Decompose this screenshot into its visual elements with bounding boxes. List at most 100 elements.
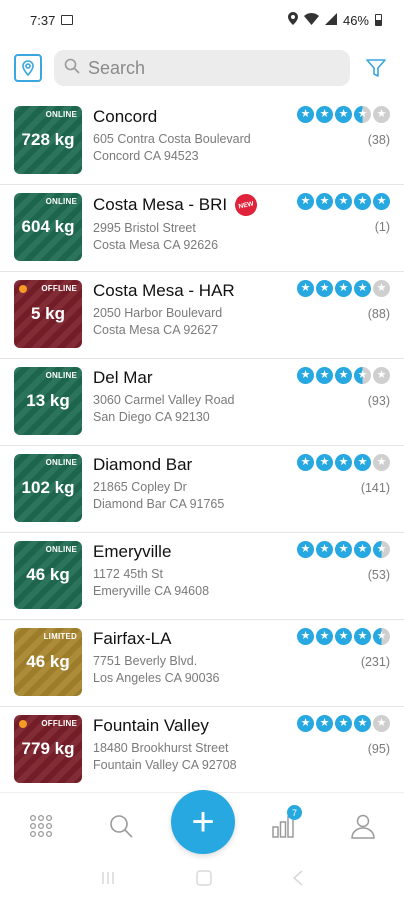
star-full-icon: ★ [316, 106, 333, 123]
add-button[interactable]: + [171, 790, 235, 854]
star-full-icon: ★ [335, 454, 352, 471]
status-label: ONLINE [45, 197, 77, 206]
store-row[interactable]: OFFLINE 5 kg Costa Mesa - HAR 2050 Harbor B… [0, 272, 404, 359]
store-address-line2: Costa Mesa CA 92627 [93, 323, 219, 337]
store-thumbnail: ONLINE 46 kg [14, 541, 82, 609]
review-count: (53) [367, 568, 390, 582]
status-label: OFFLINE [41, 284, 77, 293]
stock-weight: 779 kg [21, 739, 75, 758]
status-label: ONLINE [45, 458, 77, 467]
status-label: ONLINE [45, 371, 77, 380]
store-name: Fairfax-LA [93, 629, 172, 648]
star-half-icon: ★ [373, 541, 390, 558]
star-full-icon: ★ [316, 367, 333, 384]
home-icon[interactable] [196, 869, 212, 891]
star-half-icon: ★ [354, 367, 371, 384]
stats-badge: 7 [287, 805, 302, 820]
star-full-icon: ★ [297, 367, 314, 384]
store-rating: ★ ★ ★ ★ ★ (231) [297, 628, 390, 669]
stock-weight: 604 kg [21, 217, 75, 236]
offline-dot-icon [19, 720, 27, 728]
star-full-icon: ★ [354, 541, 371, 558]
star-rating: ★ ★ ★ ★ ★ [297, 628, 390, 645]
star-rating: ★ ★ ★ ★ ★ [297, 715, 390, 732]
review-count: (95) [367, 742, 390, 756]
star-rating: ★ ★ ★ ★ ★ [297, 106, 390, 123]
store-thumbnail: ONLINE 102 kg [14, 454, 82, 522]
store-rating: ★ ★ ★ ★ ★ (53) [297, 541, 390, 582]
star-full-icon: ★ [335, 628, 352, 645]
store-name: Diamond Bar [93, 455, 193, 474]
status-label: ONLINE [45, 545, 77, 554]
store-address-line2: Los Angeles CA 90036 [93, 671, 220, 685]
store-row[interactable]: OFFLINE 779 kg Fountain Valley 18480 Brookh… [0, 707, 404, 794]
store-row[interactable]: ONLINE 13 kg Del Mar 3060 Carmel Valley Roa… [0, 359, 404, 446]
search-input[interactable] [88, 57, 340, 79]
star-full-icon: ★ [335, 280, 352, 297]
star-full-icon: ★ [316, 715, 333, 732]
store-name: Costa Mesa - BRI [93, 195, 228, 214]
store-row[interactable]: ONLINE 102 kg Diamond Bar 21865 Copley Dr Di… [0, 446, 404, 533]
system-nav-bar [0, 860, 404, 900]
battery-icon [375, 14, 382, 26]
store-address-line2: Emeryville CA 94608 [93, 584, 210, 598]
star-empty-icon: ★ [373, 367, 390, 384]
recent-apps-icon[interactable] [100, 871, 116, 890]
store-list: ONLINE 728 kg Concord 605 Contra Costa Boul… [0, 98, 404, 794]
store-name: Emeryville [93, 542, 172, 561]
store-rating: ★ ★ ★ ★ ★ (38) [297, 106, 390, 147]
star-full-icon: ★ [354, 715, 371, 732]
plus-icon: + [191, 799, 215, 844]
store-address-line2: San Diego CA 92130 [93, 410, 210, 424]
star-full-icon: ★ [316, 280, 333, 297]
store-thumbnail: OFFLINE 5 kg [14, 280, 82, 348]
star-rating: ★ ★ ★ ★ ★ [297, 541, 390, 558]
store-row[interactable]: ONLINE 728 kg Concord 605 Contra Costa Boul… [0, 98, 404, 185]
back-icon[interactable] [292, 869, 304, 891]
bottom-nav: + 7 [0, 790, 404, 858]
store-name: Del Mar [93, 368, 153, 387]
star-rating: ★ ★ ★ ★ ★ [297, 280, 390, 297]
store-row[interactable]: ONLINE 604 kg Costa Mesa - BRI NEW 2995 Bris… [0, 185, 404, 272]
store-address-line2: Fountain Valley CA 92708 [93, 758, 237, 772]
bar-chart-icon[interactable]: 7 [268, 805, 302, 841]
location-icon [287, 12, 298, 28]
store-thumbnail: ONLINE 728 kg [14, 106, 82, 174]
store-rating: ★ ★ ★ ★ ★ (1) [297, 193, 390, 234]
star-full-icon: ★ [335, 193, 352, 210]
star-full-icon: ★ [297, 193, 314, 210]
profile-icon[interactable] [348, 811, 378, 841]
search-bar[interactable] [54, 50, 350, 86]
star-empty-icon: ★ [373, 715, 390, 732]
search-icon[interactable] [106, 811, 136, 841]
star-rating: ★ ★ ★ ★ ★ [297, 367, 390, 384]
star-empty-icon: ★ [373, 280, 390, 297]
grid-icon[interactable] [26, 811, 56, 841]
star-full-icon: ★ [297, 106, 314, 123]
star-rating: ★ ★ ★ ★ ★ [297, 454, 390, 471]
store-row[interactable]: LIMITED 46 kg Fairfax-LA 7751 Beverly Blvd.… [0, 620, 404, 707]
store-address-line2: Diamond Bar CA 91765 [93, 497, 225, 511]
star-full-icon: ★ [354, 454, 371, 471]
stock-weight: 5 kg [30, 304, 66, 323]
filter-icon[interactable] [362, 54, 390, 82]
store-name: Fountain Valley [93, 716, 209, 735]
store-rating: ★ ★ ★ ★ ★ (95) [297, 715, 390, 756]
review-count: (38) [367, 133, 390, 147]
star-full-icon: ★ [297, 628, 314, 645]
wifi-icon [303, 12, 319, 28]
star-full-icon: ★ [335, 106, 352, 123]
stock-weight: 46 kg [26, 652, 70, 671]
new-badge: NEW [233, 191, 260, 219]
store-thumbnail: OFFLINE 779 kg [14, 715, 82, 783]
star-full-icon: ★ [316, 454, 333, 471]
star-half-icon: ★ [373, 628, 390, 645]
store-row[interactable]: ONLINE 46 kg Emeryville 1172 45th St Emeryvi… [0, 533, 404, 620]
star-full-icon: ★ [297, 715, 314, 732]
status-label: OFFLINE [41, 719, 77, 728]
star-full-icon: ★ [316, 541, 333, 558]
star-full-icon: ★ [335, 541, 352, 558]
review-count: (93) [367, 394, 390, 408]
map-icon[interactable] [14, 54, 42, 82]
star-full-icon: ★ [316, 628, 333, 645]
